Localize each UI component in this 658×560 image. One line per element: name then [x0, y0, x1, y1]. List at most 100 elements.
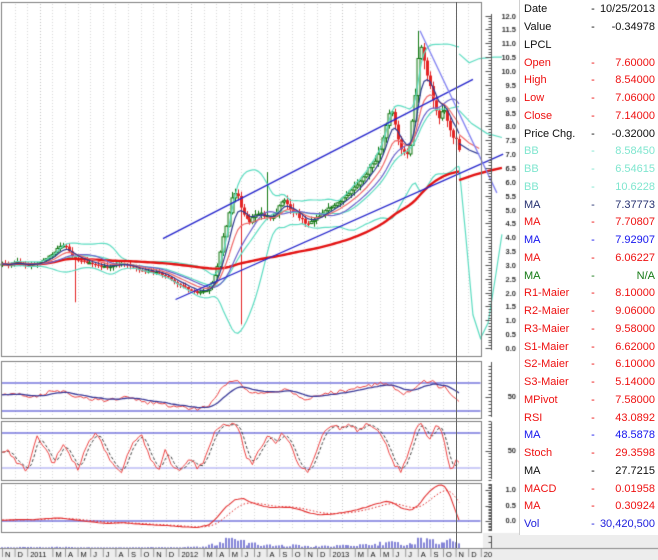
data-row-label: MA	[524, 253, 588, 264]
data-row-dash: -	[588, 413, 598, 424]
data-row-value: 30,420,500	[598, 519, 655, 530]
data-row: MA-N/A	[520, 267, 658, 285]
data-row-label: MA	[524, 466, 588, 477]
data-row: R1-Maier-8.10000	[520, 285, 658, 303]
data-row: MA-7.70807	[520, 214, 658, 232]
data-row-label: MA	[524, 271, 588, 282]
data-row-value: -0.34978	[598, 22, 655, 33]
data-row-dash: -	[588, 395, 598, 406]
crosshair-line	[456, 2, 457, 548]
data-row-dash: -	[588, 377, 598, 388]
data-row-label: Open	[524, 58, 588, 69]
data-row-label: R1-Maier	[524, 288, 588, 299]
data-row: Vol-30,420,500	[520, 516, 658, 534]
data-row: MA-0.30924	[520, 498, 658, 516]
data-row-label: MA	[524, 235, 588, 246]
data-row: LPCL	[520, 37, 658, 55]
data-row-dash: -	[588, 324, 598, 335]
data-row-dash: -	[588, 466, 598, 477]
data-row-dash: -	[588, 111, 598, 122]
data-row-value: 5.14000	[598, 377, 655, 388]
data-row-label: MA	[524, 501, 588, 512]
data-row-label: MA	[524, 217, 588, 228]
data-row: Low-7.06000	[520, 90, 658, 108]
data-row: BB-6.54615	[520, 161, 658, 179]
data-row-value: 9.58000	[598, 324, 655, 335]
data-row: R2-Maier-9.06000	[520, 303, 658, 321]
data-row-dash: -	[588, 182, 598, 193]
data-row-value: 7.06000	[598, 93, 655, 104]
data-row-label: MA	[524, 430, 588, 441]
data-row-value: 7.60000	[598, 58, 655, 69]
data-row-label: BB	[524, 182, 588, 193]
data-row-dash: -	[588, 484, 598, 495]
data-row: Open-7.60000	[520, 54, 658, 72]
data-row-label: S3-Maier	[524, 377, 588, 388]
data-row-label: RSI	[524, 413, 588, 424]
data-row-value: 8.10000	[598, 288, 655, 299]
data-row-value: 7.58000	[598, 395, 655, 406]
data-row-value: 10/25/2013	[598, 4, 655, 15]
data-row-label: LPCL	[524, 40, 588, 51]
data-row-dash: -	[588, 22, 598, 33]
data-row: R3-Maier-9.58000	[520, 321, 658, 339]
data-row-value: N/A	[598, 271, 655, 282]
data-row: MA-7.92907	[520, 232, 658, 250]
data-row-dash: -	[588, 448, 598, 459]
data-panel: Date-10/25/2013Value--0.34978LPCLOpen-7.…	[519, 0, 658, 535]
data-row: MA-6.06227	[520, 250, 658, 268]
data-row-value: 9.06000	[598, 306, 655, 317]
data-row-dash: -	[588, 519, 598, 530]
data-row-value: 7.70807	[598, 217, 655, 228]
data-row-value: 0.30924	[598, 501, 655, 512]
data-row-dash: -	[588, 306, 598, 317]
data-row-dash: -	[588, 501, 598, 512]
data-row: Price Chg.--0.32000	[520, 125, 658, 143]
data-row: MACD-0.01958	[520, 480, 658, 498]
data-row-value: 8.54000	[598, 75, 655, 86]
data-row-dash: -	[588, 164, 598, 175]
data-row-value: 6.06227	[598, 253, 655, 264]
data-row-dash: -	[588, 93, 598, 104]
data-row-label: Close	[524, 111, 588, 122]
data-row: S2-Maier-6.10000	[520, 356, 658, 374]
data-row-label: BB	[524, 164, 588, 175]
data-row-dash: -	[588, 430, 598, 441]
data-row-value: 8.58450	[598, 146, 655, 157]
data-row-label: S2-Maier	[524, 359, 588, 370]
data-row-dash: -	[588, 253, 598, 264]
data-row: RSI-43.0892	[520, 409, 658, 427]
data-row-label: MPivot	[524, 395, 588, 406]
data-row-dash: -	[588, 342, 598, 353]
data-row-value: 7.92907	[598, 235, 655, 246]
data-row-value: 10.6228	[598, 182, 655, 193]
data-row-label: Value	[524, 22, 588, 33]
data-row-label: R2-Maier	[524, 306, 588, 317]
data-row-value: 6.54615	[598, 164, 655, 175]
data-row-value: 7.37773	[598, 200, 655, 211]
data-row-dash: -	[588, 288, 598, 299]
data-row-label: Vol	[524, 519, 588, 530]
data-row-value: 27.7215	[598, 466, 655, 477]
data-row-label: High	[524, 75, 588, 86]
data-row-label: S1-Maier	[524, 342, 588, 353]
data-row-label: MA	[524, 200, 588, 211]
data-row-dash: -	[588, 4, 598, 15]
data-row-value: 6.10000	[598, 359, 655, 370]
data-row-dash: -	[588, 58, 598, 69]
data-row-label: Stoch	[524, 448, 588, 459]
data-row-dash: -	[588, 235, 598, 246]
data-row-value: 0.01958	[598, 484, 655, 495]
data-row-label: Date	[524, 4, 588, 15]
data-row-label: Price Chg.	[524, 129, 588, 140]
data-row-label: Low	[524, 93, 588, 104]
data-row: Date-10/25/2013	[520, 1, 658, 19]
data-row: MA-7.37773	[520, 196, 658, 214]
data-row-value: 29.3598	[598, 448, 655, 459]
data-row: High-8.54000	[520, 72, 658, 90]
data-row-value: 7.14000	[598, 111, 655, 122]
data-row-dash: -	[588, 271, 598, 282]
data-row-value: -0.32000	[598, 129, 655, 140]
data-row-dash: -	[588, 75, 598, 86]
data-row-label: BB	[524, 146, 588, 157]
